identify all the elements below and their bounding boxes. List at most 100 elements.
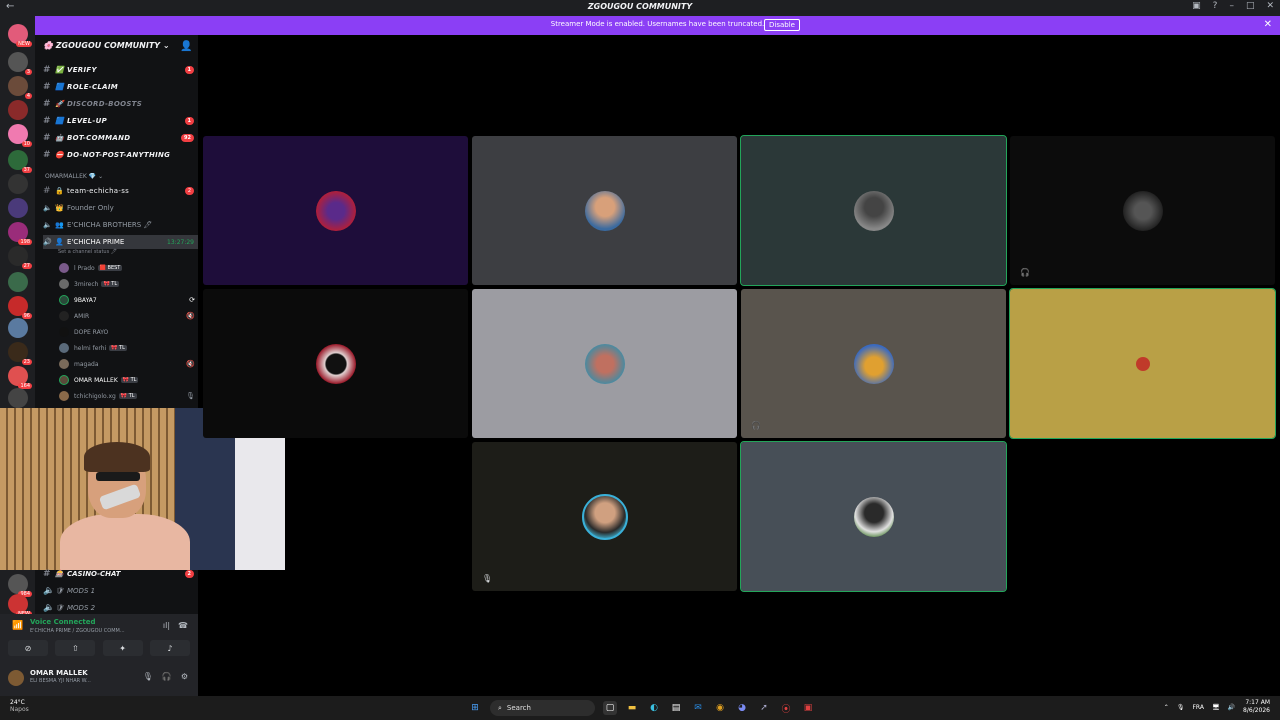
server-icon[interactable]: 10	[8, 124, 32, 147]
user-name[interactable]: OMAR MALLEK	[30, 669, 88, 677]
participant-tile[interactable]: 🎧	[741, 289, 1006, 438]
server-icon[interactable]: NEW	[8, 24, 32, 47]
temperature: 24°C	[10, 699, 25, 706]
server-icon[interactable]: 23	[8, 342, 32, 365]
noise-suppression-icon[interactable]: ıl|	[163, 621, 170, 630]
participant-tile[interactable]	[472, 136, 737, 285]
server-icon[interactable]	[8, 174, 28, 194]
clock[interactable]: 7:17 AM 8/6/2026	[1243, 699, 1270, 715]
participant-tile[interactable]	[203, 136, 468, 285]
edge-icon[interactable]: ◐	[647, 701, 661, 715]
close-banner-icon[interactable]: ✕	[1264, 19, 1272, 30]
microphone-icon[interactable]: 🎙	[143, 672, 153, 681]
channel-role-claim[interactable]: # 🟦 ROLE-CLAIM	[43, 80, 198, 94]
tray-overflow-icon[interactable]: ⌃	[1164, 704, 1169, 711]
guild-header[interactable]: 🌸 ZGOUGOU COMMUNITY ⌄	[43, 41, 170, 50]
channel-level-up[interactable]: # 🟦 LEVEL-UP 1	[43, 114, 198, 128]
voice-member[interactable]: 3mirech 🎀 TL	[59, 277, 199, 291]
file-explorer-icon[interactable]: ▬	[625, 701, 639, 715]
server-icon[interactable]	[8, 318, 28, 338]
screen-share-button[interactable]: ⇧	[55, 640, 96, 656]
channel-verify[interactable]: # ✅ VERIFY 1	[43, 63, 198, 77]
voice-channel-prime[interactable]: 🔊 👤 E'CHICHA PRIME 13:27:29	[43, 235, 198, 249]
voice-member[interactable]: OMAR MALLEK 🎀 TL	[59, 373, 199, 387]
channel-discord-boosts[interactable]: # 🚀 DISCORD-BOOSTS	[43, 97, 198, 111]
unread-badge: 1	[184, 117, 194, 125]
start-button[interactable]: ⊞	[468, 701, 482, 715]
channel-emoji: 🤖	[55, 134, 64, 142]
add-member-icon[interactable]: 👤	[180, 41, 192, 52]
signal-icon[interactable]: 📶	[12, 621, 23, 631]
volume-icon[interactable]: 🔊	[1228, 704, 1235, 711]
category-header[interactable]: OMARMALLEK 💎 ⌄	[45, 173, 103, 180]
network-icon[interactable]: 🖥	[1212, 704, 1220, 711]
voice-member[interactable]: tchichigolo.xg 🎀 TL 🎙	[59, 389, 199, 403]
camera-off-button[interactable]: ⊘	[8, 640, 48, 656]
server-icon[interactable]	[8, 198, 28, 218]
voice-channel-mods-1[interactable]: 🔈 🛡 MODS 1	[43, 584, 198, 598]
headphones-icon[interactable]: 🎧	[162, 672, 172, 681]
close-button[interactable]: ✕	[1266, 1, 1274, 11]
system-tray: ⌃ 🎙 FRA 🖥 🔊 7:17 AM 8/6/2026	[1164, 699, 1270, 715]
minimize-button[interactable]: –	[1229, 1, 1234, 11]
voice-channel-founder[interactable]: 🔈 👑 Founder Only	[43, 201, 198, 215]
voice-channel-path[interactable]: E'CHICHA PRIME / ZGOUGOU COMM...	[30, 628, 125, 634]
chrome-icon[interactable]: ◉	[713, 701, 727, 715]
recording-app-icon[interactable]: ▣	[801, 701, 815, 715]
store-icon[interactable]: ▤	[669, 701, 683, 715]
voice-member[interactable]: 9BAYA7 ⟳	[59, 293, 199, 307]
task-view-icon[interactable]: ▢	[603, 701, 617, 715]
role-tag: 🎀 TL	[101, 281, 120, 287]
disable-streamer-mode-button[interactable]: Disable	[764, 19, 800, 31]
taskbar-search[interactable]: ⌕ Search	[490, 700, 595, 716]
server-icon[interactable]	[8, 272, 28, 292]
voice-member[interactable]: DOPE RAYO	[59, 325, 199, 339]
participant-tile[interactable]	[1009, 288, 1276, 439]
maximize-button[interactable]: □	[1246, 1, 1255, 11]
voice-channel-mods-2[interactable]: 🔈 🛡 MODS 2	[43, 601, 198, 615]
voice-member[interactable]: magada 🔇	[59, 357, 199, 371]
channel-team-echicha[interactable]: # 🔒 team-echicha-ss 2	[43, 184, 198, 198]
server-icon[interactable]: 4	[8, 76, 32, 99]
channel-casino-chat[interactable]: # 🎰 CASINO-CHAT 2	[43, 567, 198, 581]
server-icon[interactable]: 164	[8, 366, 32, 389]
inbox-icon[interactable]: ▣	[1192, 1, 1201, 11]
channel-bot-command[interactable]: # 🤖 BOT-COMMAND 92	[43, 131, 198, 145]
language-indicator[interactable]: FRA	[1192, 704, 1203, 711]
weather-widget[interactable]: 24°C Napos	[10, 699, 29, 713]
channel-do-not-post[interactable]: # ⛔ DO-NOT-POST-ANYTHING	[43, 148, 198, 162]
participant-tile[interactable]: 🎧	[1010, 136, 1275, 285]
disconnect-icon[interactable]: ☎	[178, 621, 188, 630]
help-icon[interactable]: ?	[1213, 1, 1218, 11]
channel-status[interactable]: Set a channel status 🖊	[58, 249, 117, 255]
steam-icon[interactable]: ➚	[757, 701, 771, 715]
server-icon[interactable]	[8, 100, 28, 120]
server-icon[interactable]: 96	[8, 296, 32, 319]
participant-tile[interactable]: 🎙	[472, 442, 737, 591]
voice-channel-brothers[interactable]: 🔈 👥 E'CHICHA BROTHERS 🖊	[43, 218, 198, 232]
server-icon[interactable]: 198	[8, 222, 32, 245]
participant-tile[interactable]	[740, 135, 1007, 286]
server-icon[interactable]: NEW	[8, 594, 32, 617]
webcam-person-body	[60, 514, 190, 570]
participant-tile[interactable]	[740, 441, 1007, 592]
obs-icon[interactable]: ⦿	[779, 701, 793, 715]
channel-label: MODS 2	[67, 604, 96, 612]
voice-member[interactable]: helmi ferhi 🎀 TL	[59, 341, 199, 355]
server-icon[interactable]: 37	[8, 150, 32, 173]
discord-icon[interactable]: ◕	[735, 701, 749, 715]
voice-member[interactable]: l Prado 🟥 BEST	[59, 261, 199, 275]
voice-member[interactable]: AMIR 🔇	[59, 309, 199, 323]
server-icon[interactable]: 984	[8, 574, 32, 597]
server-icon[interactable]: 27	[8, 246, 32, 269]
server-icon[interactable]	[8, 388, 28, 408]
activities-button[interactable]: ✦	[102, 640, 143, 656]
mic-tray-icon[interactable]: 🎙	[1177, 704, 1185, 711]
participant-tile[interactable]	[203, 289, 468, 438]
settings-gear-icon[interactable]: ⚙	[181, 672, 188, 681]
server-icon[interactable]: 3	[8, 52, 32, 75]
mail-icon[interactable]: ✉	[691, 701, 705, 715]
participant-tile[interactable]	[472, 289, 737, 438]
user-avatar[interactable]	[8, 670, 24, 686]
soundboard-button[interactable]: ♪	[149, 640, 190, 656]
